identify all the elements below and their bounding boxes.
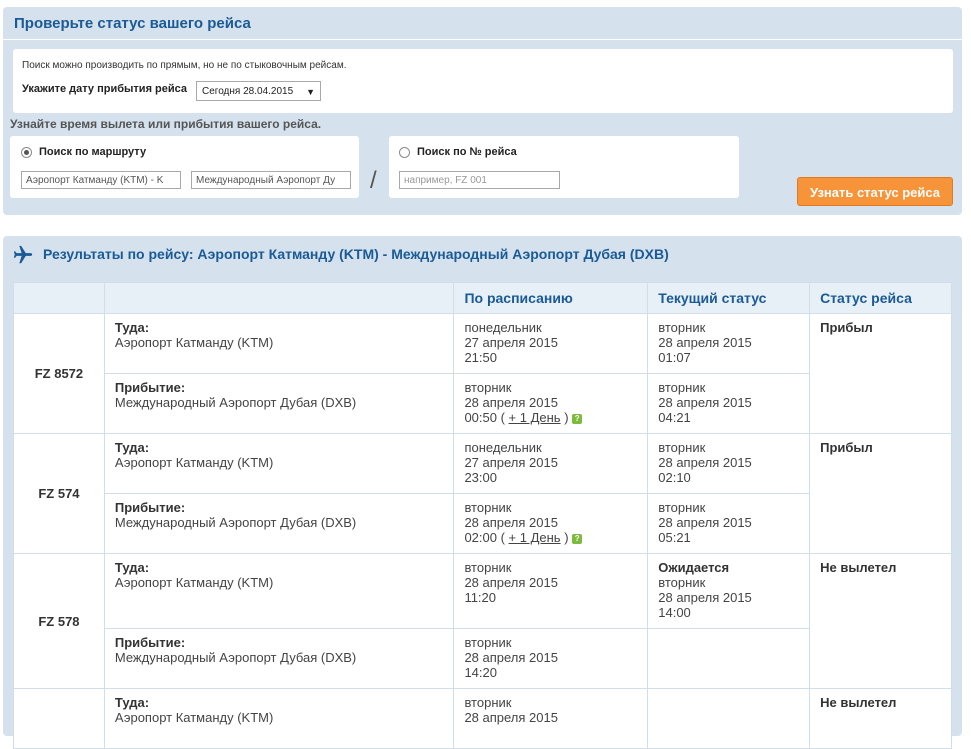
flight-status: Не вылетел	[809, 688, 952, 749]
table-header-row: По расписанию Текущий статус Статус рейс…	[13, 282, 952, 314]
flight-status: Прибыл	[809, 433, 952, 554]
current-departure: Ожидается вторник 28 апреля 2015 14:00	[647, 553, 811, 629]
arrival-cell: Прибытие: Международный Аэропорт Дубая (D…	[103, 493, 455, 554]
date-box: Поиск можно производить по прямым, но не…	[13, 49, 953, 113]
search-title: Проверьте статус вашего рейса	[14, 15, 251, 32]
route-search-label[interactable]: Поиск по маршруту	[39, 146, 146, 158]
check-status-button[interactable]: Узнать статус рейса	[797, 177, 953, 206]
results-title: Результаты по рейсу: Аэропорт Катманду (…	[43, 246, 669, 262]
results-table: По расписанию Текущий статус Статус рейс…	[13, 282, 952, 749]
flight-number	[13, 688, 105, 749]
date-select-value: Сегодня 28.04.2015	[202, 86, 294, 97]
flight-number-radio[interactable]	[399, 147, 410, 158]
flight-number: FZ 8572	[13, 313, 105, 434]
header-scheduled: По расписанию	[453, 282, 649, 314]
departure-cell: Туда: Аэропорт Катманду (KTM)	[103, 313, 455, 374]
header-flight	[13, 282, 105, 314]
date-label: Укажите дату прибытия рейса	[22, 83, 188, 95]
flight-number: FZ 578	[13, 553, 105, 689]
route-search-radio[interactable]	[21, 147, 32, 158]
scheduled-departure: понедельник 27 апреля 2015 21:50	[453, 313, 649, 374]
departure-cell: Туда: Аэропорт Катманду (KTM)	[103, 553, 455, 629]
scheduled-arrival: вторник 28 апреля 2015 02:00 ( + 1 День ) …	[453, 493, 649, 554]
search-sub-label: Узнайте время вылета или прибытия вашего…	[10, 117, 322, 131]
table-row: FZ 574 Туда: Аэропорт Катманду (KTM) поне…	[13, 433, 952, 554]
flight-status: Не вылетел	[809, 553, 952, 689]
current-departure: вторник 28 апреля 2015 01:07	[647, 313, 811, 374]
arrival-cell: Прибытие: Международный Аэропорт Дубая (D…	[103, 373, 455, 434]
header-route	[103, 282, 455, 314]
to-airport-input[interactable]: Международный Аэропорт Ду	[191, 171, 351, 189]
help-icon[interactable]: ?	[572, 533, 583, 544]
current-departure	[647, 688, 811, 749]
scheduled-departure: понедельник 27 апреля 2015 23:00	[453, 433, 649, 494]
scheduled-arrival: вторник 28 апреля 2015 14:20	[453, 628, 649, 689]
scheduled-arrival: вторник 28 апреля 2015 00:50 ( + 1 День ) …	[453, 373, 649, 434]
help-icon[interactable]: ?	[572, 413, 583, 424]
airplane-icon	[13, 245, 33, 264]
plus-day-link[interactable]: + 1 День	[509, 530, 561, 545]
from-airport-input[interactable]: Аэропорт Катманду (KTM) - K	[21, 171, 181, 189]
scheduled-departure: вторник 28 апреля 2015 11:20	[453, 553, 649, 629]
table-row: Туда: Аэропорт Катманду (KTM) вторник 28 а…	[13, 688, 952, 749]
table-row: FZ 578 Туда: Аэропорт Катманду (KTM) втор…	[13, 553, 952, 689]
plus-day-link[interactable]: + 1 День	[509, 410, 561, 425]
flight-number-input[interactable]: например, FZ 001	[399, 171, 560, 189]
date-select[interactable]: Сегодня 28.04.2015 ▼	[196, 81, 321, 101]
dropdown-arrow-icon: ▼	[306, 87, 315, 97]
divider	[3, 39, 962, 40]
current-arrival: вторник 28 апреля 2015 04:21	[647, 373, 811, 434]
flight-number: FZ 574	[13, 433, 105, 554]
flight-number-search-box: Поиск по № рейса например, FZ 001	[389, 136, 739, 198]
flight-status: Прибыл	[809, 313, 952, 434]
separator-slash: /	[370, 167, 377, 194]
header-flight-status: Статус рейса	[809, 282, 952, 314]
route-search-box: Поиск по маршруту Аэропорт Катманду (KTM…	[10, 136, 359, 198]
current-departure: вторник 28 апреля 2015 02:10	[647, 433, 811, 494]
search-hint: Поиск можно производить по прямым, но не…	[22, 60, 347, 71]
scheduled-departure: вторник 28 апреля 2015	[453, 688, 649, 749]
header-current: Текущий статус	[647, 282, 811, 314]
current-arrival	[647, 628, 811, 689]
departure-cell: Туда: Аэропорт Катманду (KTM)	[103, 688, 455, 749]
flight-number-label[interactable]: Поиск по № рейса	[417, 146, 517, 158]
departure-cell: Туда: Аэропорт Катманду (KTM)	[103, 433, 455, 494]
current-arrival: вторник 28 апреля 2015 05:21	[647, 493, 811, 554]
arrival-cell: Прибытие: Международный Аэропорт Дубая (D…	[103, 628, 455, 689]
table-row: FZ 8572 Туда: Аэропорт Катманду (KTM) пон…	[13, 313, 952, 434]
